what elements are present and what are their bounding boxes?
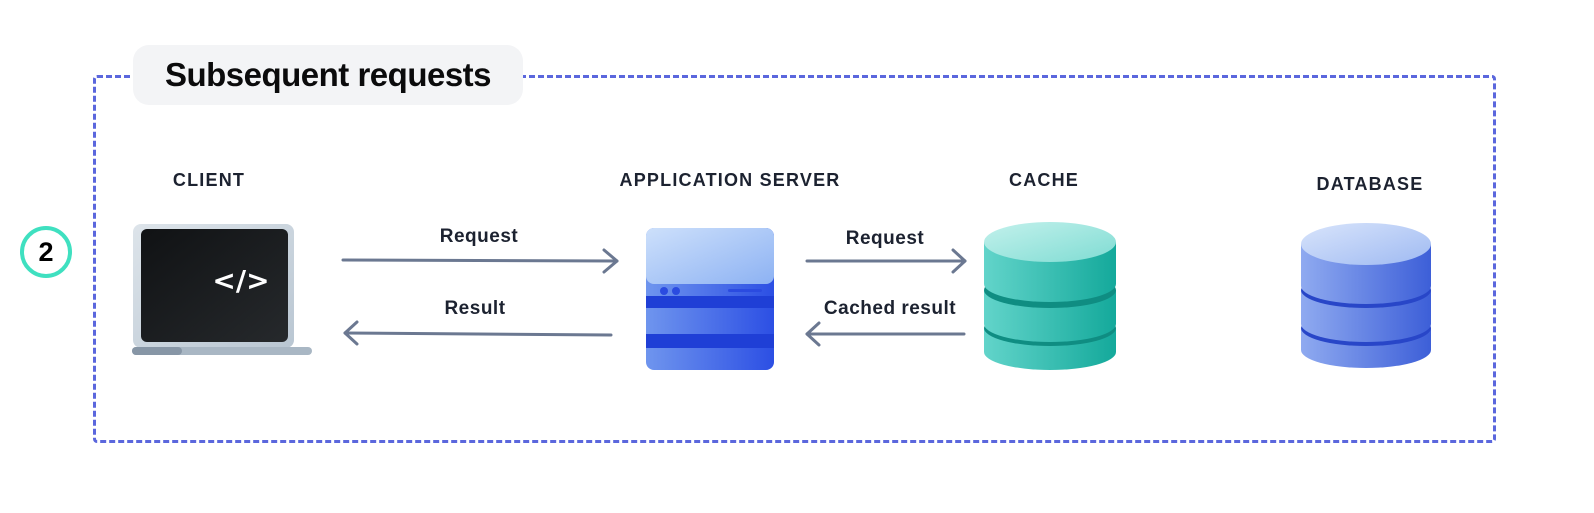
arrow-cache-to-server [805, 321, 966, 347]
arrow-server-to-cache [805, 248, 967, 274]
database-icon [1301, 223, 1431, 368]
arrow-server-to-client [343, 320, 613, 346]
arrow-client-to-server [341, 248, 619, 274]
code-glyph: </> [212, 264, 269, 297]
cache-database-icon [984, 222, 1116, 370]
server-icon [646, 228, 774, 370]
laptop-code-icon: </> [132, 224, 312, 355]
